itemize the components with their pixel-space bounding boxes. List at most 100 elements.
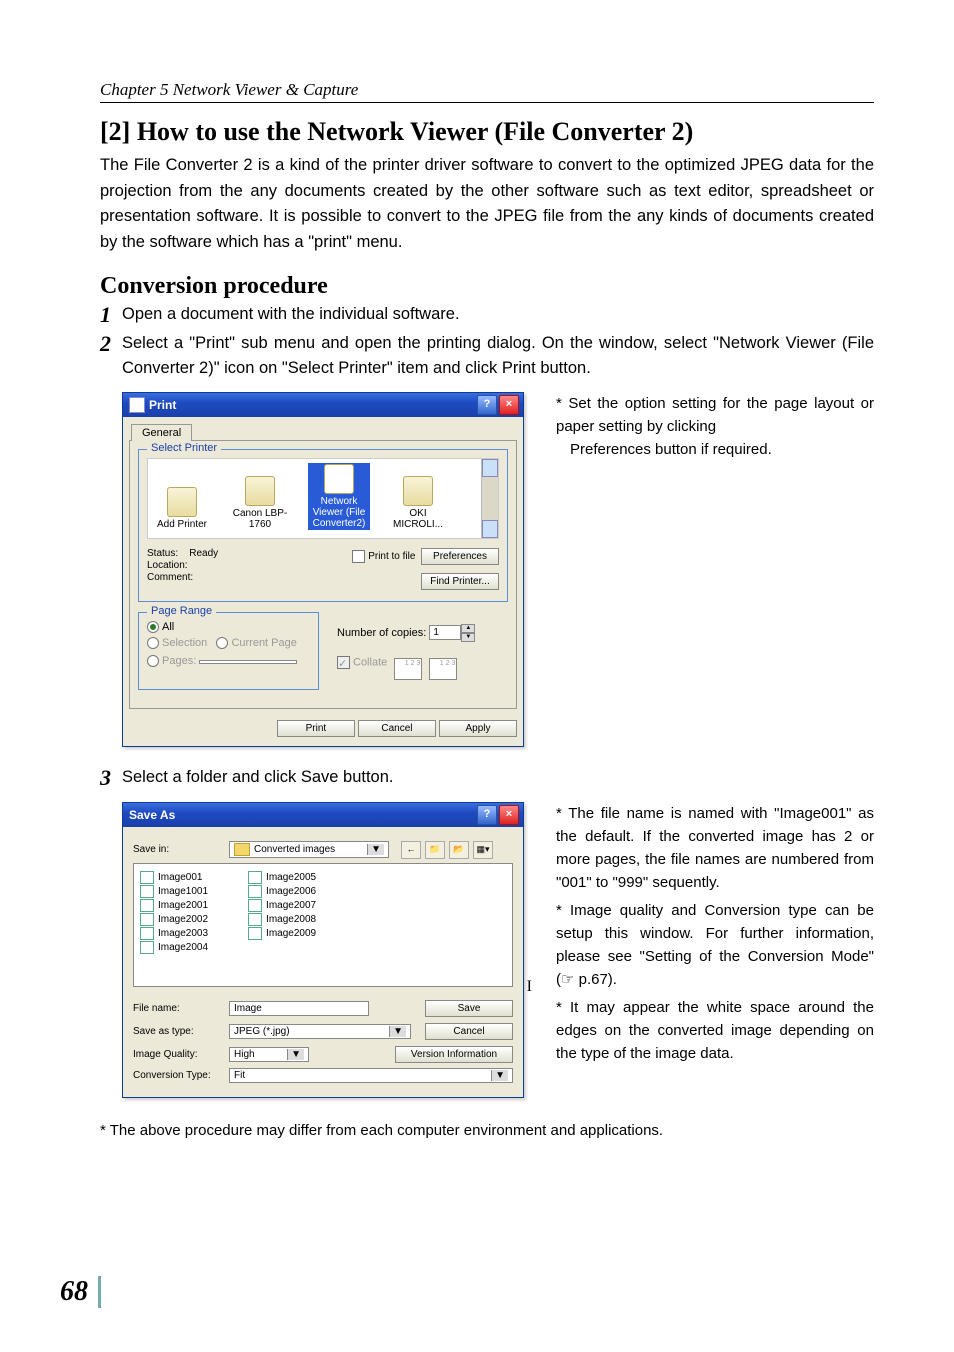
conversion-type-combo[interactable]: Fit ▼ [229, 1068, 513, 1083]
dropdown-icon[interactable]: ▼ [287, 1049, 304, 1060]
print-button[interactable]: Print [277, 720, 355, 737]
side-note-2-item: * It may appear the white space around t… [556, 996, 874, 1066]
file-list-col-1: Image001 Image1001 Image2001 Image2002 I… [140, 870, 208, 980]
folder-icon [234, 843, 250, 856]
image-quality-value: High [234, 1049, 255, 1060]
list-item[interactable]: Image2003 [140, 927, 208, 940]
list-item[interactable]: Image1001 [140, 885, 208, 898]
oki-printer-icon [403, 476, 433, 506]
version-info-button[interactable]: Version Information [395, 1046, 513, 1063]
step-2-text-b: button. [536, 359, 591, 377]
copies-input[interactable]: 1 [429, 625, 461, 640]
page-range-legend: Page Range [147, 605, 216, 617]
group-page-range: Page Range All Selection Current Page Pa… [138, 612, 319, 690]
printer-add[interactable]: Add Printer [152, 487, 212, 530]
cancel-button[interactable]: Cancel [358, 720, 436, 737]
printer-scrollbar[interactable] [481, 459, 498, 538]
list-item[interactable]: Image2006 [248, 885, 316, 898]
radio-selection [147, 637, 159, 649]
radio-selection-label: Selection [162, 637, 207, 649]
step-3: 3 Select a folder and click Save button. [100, 765, 874, 791]
view-menu-icon[interactable]: ▦▾ [473, 841, 493, 859]
printer-network-viewer[interactable]: Network Viewer (File Converter2) [308, 463, 370, 530]
save-cancel-button[interactable]: Cancel [425, 1023, 513, 1040]
collate-checkbox: ✓ [337, 656, 350, 669]
printer-canon[interactable]: Canon LBP-1760 [230, 476, 290, 530]
file-name-input[interactable]: Image [229, 1001, 369, 1016]
save-as-type-value: JPEG (*.jpg) [234, 1026, 290, 1037]
print-dialog-title: Print [149, 398, 176, 412]
print-dialog-titlebar[interactable]: Print ? × [123, 393, 523, 417]
copies-label: Number of copies: [337, 627, 426, 639]
section-title: [2] How to use the Network Viewer (File … [100, 117, 874, 147]
list-item[interactable]: Image2008 [248, 913, 316, 926]
dropdown-icon[interactable]: ▼ [367, 844, 384, 855]
step-3-text: Select a folder and click Save button. [122, 765, 874, 791]
save-in-combo[interactable]: Converted images ▼ [229, 841, 389, 858]
list-item[interactable]: Image2002 [140, 913, 208, 926]
side-note-1c: button if required. [651, 441, 772, 458]
save-in-label: Save in: [133, 844, 223, 855]
save-help-button[interactable]: ? [477, 805, 497, 825]
radio-pages [147, 655, 159, 667]
file-list-col-2: Image2005 Image2006 Image2007 Image2008 … [248, 870, 316, 980]
dropdown-icon[interactable]: ▼ [389, 1026, 406, 1037]
copies-spinner[interactable]: ▲▼ [461, 624, 475, 642]
list-item[interactable]: Image2009 [248, 927, 316, 940]
radio-pages-label: Pages: [162, 655, 196, 667]
save-button[interactable]: Save [425, 1000, 513, 1017]
printer-list[interactable]: Add Printer Canon LBP-1760 Network Viewe… [147, 458, 499, 539]
side-note-2-item: * Image quality and Conversion type can … [556, 899, 874, 992]
step-3-text-a: Select a folder and click [122, 768, 301, 786]
step-2-print-word: Print [502, 359, 536, 377]
save-close-button[interactable]: × [499, 805, 519, 825]
oki-printer-label: OKI MICROLI... [388, 508, 448, 530]
network-printer-label: Network Viewer (File Converter2) [309, 496, 369, 529]
status-value: Ready [189, 548, 218, 559]
save-as-dialog: Save As ? × Save in: Converted images ▼ [122, 802, 524, 1098]
page-number-bar [98, 1276, 101, 1308]
pages-input [199, 660, 297, 664]
copies-panel: Number of copies: 1▲▼ ✓Collate 1 2 3 1 2… [329, 612, 508, 690]
help-button[interactable]: ? [477, 395, 497, 415]
list-item[interactable]: Image2007 [248, 899, 316, 912]
chapter-header: Chapter 5 Network Viewer & Capture [100, 80, 874, 103]
save-dialog-title: Save As [129, 808, 175, 822]
save-dialog-titlebar[interactable]: Save As ? × [123, 803, 523, 827]
preferences-button[interactable]: Preferences [421, 548, 499, 565]
new-folder-icon[interactable]: 📂 [449, 841, 469, 859]
list-item[interactable]: Image2001 [140, 899, 208, 912]
file-list[interactable]: Image001 Image1001 Image2001 Image2002 I… [133, 863, 513, 987]
find-printer-button[interactable]: Find Printer... [421, 573, 499, 590]
close-button[interactable]: × [499, 395, 519, 415]
print-dialog: Print ? × General Select Printer Add Pri… [122, 392, 524, 747]
save-as-type-combo[interactable]: JPEG (*.jpg) ▼ [229, 1024, 411, 1039]
radio-current-page [216, 637, 228, 649]
step-3-text-b: button. [338, 768, 393, 786]
back-icon[interactable]: ← [401, 841, 421, 859]
list-item[interactable]: Image2004 [140, 941, 208, 954]
step-1-text: Open a document with the individual soft… [122, 302, 874, 328]
apply-button[interactable]: Apply [439, 720, 517, 737]
side-note-1: * Set the option setting for the page la… [556, 392, 874, 747]
printer-oki[interactable]: OKI MICROLI... [388, 476, 448, 530]
step-2-text: Select a "Print" sub menu and open the p… [122, 331, 874, 382]
up-icon[interactable]: 📁 [425, 841, 445, 859]
step-1: 1 Open a document with the individual so… [100, 302, 874, 328]
side-note-1b: Preferences [570, 441, 651, 458]
step-number-2: 2 [100, 331, 122, 382]
radio-current-page-label: Current Page [231, 637, 296, 649]
canon-printer-label: Canon LBP-1760 [230, 508, 290, 530]
print-to-file-label: Print to file [368, 551, 415, 562]
tab-general[interactable]: General [131, 424, 192, 441]
step-number-3: 3 [100, 765, 122, 791]
dropdown-icon[interactable]: ▼ [491, 1070, 508, 1081]
print-to-file-checkbox[interactable] [352, 550, 365, 563]
side-note-2-item: * The file name is named with "Image001"… [556, 802, 874, 895]
step-3-save-word: Save [301, 768, 339, 786]
group-select-printer: Select Printer Add Printer Canon LBP-176… [138, 449, 508, 602]
list-item[interactable]: Image2005 [248, 871, 316, 884]
radio-all[interactable] [147, 621, 159, 633]
image-quality-combo[interactable]: High ▼ [229, 1047, 309, 1062]
list-item[interactable]: Image001 [140, 871, 208, 884]
